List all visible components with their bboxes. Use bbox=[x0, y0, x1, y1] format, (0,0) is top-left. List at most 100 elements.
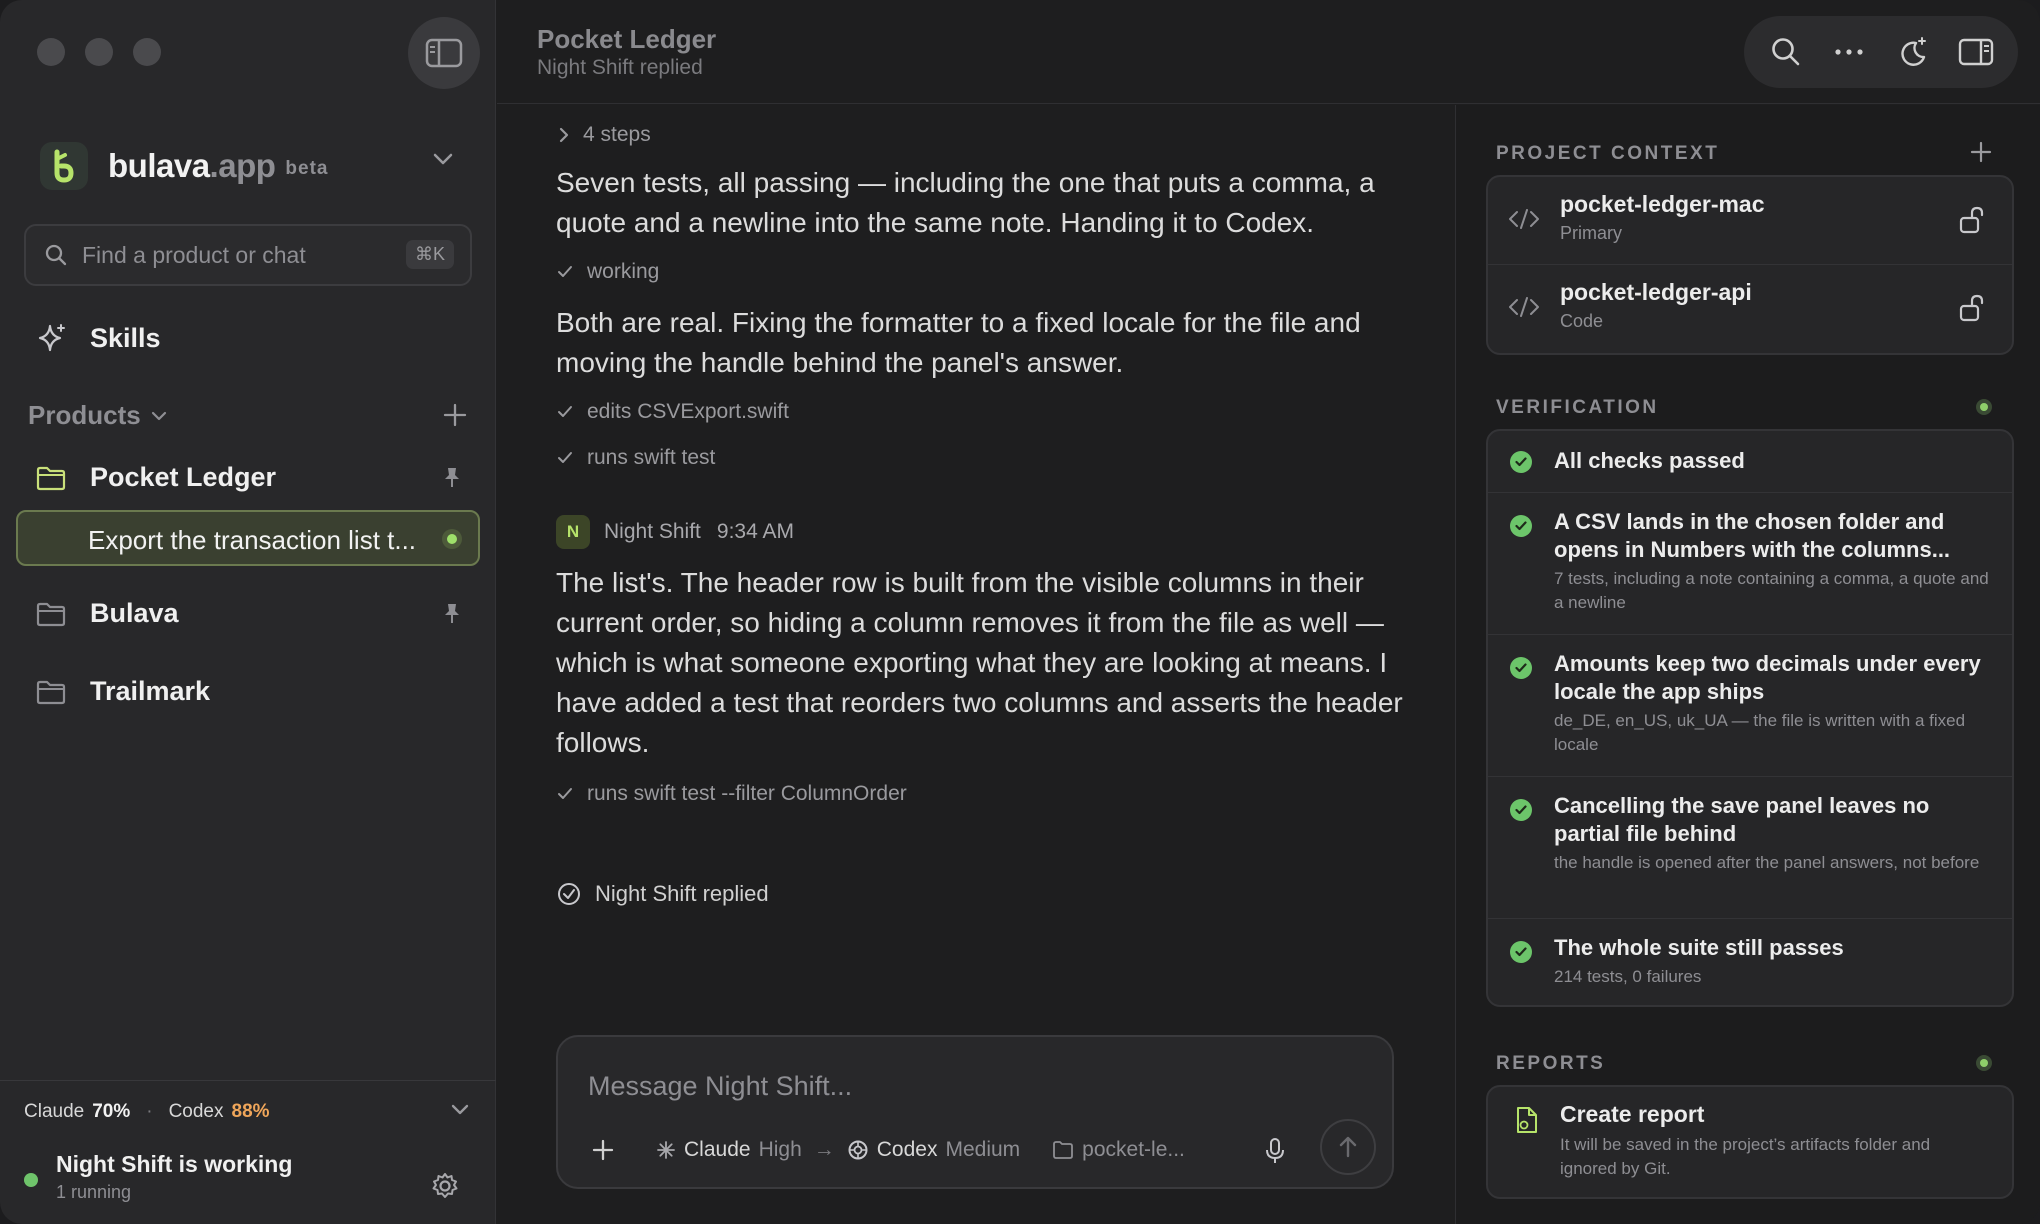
project-name: Bulava bbox=[90, 598, 179, 628]
sidebar-item-skills[interactable]: Skills bbox=[36, 322, 161, 354]
send-button[interactable] bbox=[1320, 1119, 1376, 1175]
chevron-down-icon bbox=[433, 153, 453, 165]
status-title: Night Shift is working bbox=[56, 1151, 293, 1177]
claude-usage: 70% bbox=[92, 1101, 131, 1122]
minimize-window-button[interactable] bbox=[85, 38, 113, 66]
repo-item[interactable]: pocket-ledger-api Code bbox=[1488, 265, 2012, 353]
usage-expand-button[interactable] bbox=[450, 1103, 470, 1122]
add-product-button[interactable] bbox=[442, 402, 468, 433]
beta-badge: beta bbox=[285, 158, 329, 179]
codex-label: Codex bbox=[168, 1101, 224, 1122]
tool-step: working bbox=[557, 260, 659, 284]
add-context-button[interactable] bbox=[1970, 141, 1992, 168]
toggle-sidebar-button[interactable] bbox=[408, 17, 480, 89]
create-report-title: Create report bbox=[1560, 1101, 1705, 1127]
repo-name: pocket-ledger-api bbox=[1560, 279, 1752, 305]
plus-icon[interactable] bbox=[590, 1137, 616, 1163]
skills-label: Skills bbox=[90, 322, 161, 353]
more-button[interactable] bbox=[1829, 32, 1869, 72]
checkmark-icon bbox=[558, 452, 572, 463]
message-input[interactable]: Message Night Shift... bbox=[588, 1071, 852, 1102]
pin-icon bbox=[445, 604, 459, 623]
repo-role: Code bbox=[1560, 311, 1604, 331]
folder-selector[interactable]: pocket-le... bbox=[1052, 1138, 1185, 1162]
arrow-up-icon bbox=[1339, 1136, 1357, 1158]
verification-check[interactable]: Amounts keep two decimals under every lo… bbox=[1488, 635, 2012, 777]
composer-toolbar: Claude High → Codex Medium pocket-le... bbox=[590, 1137, 1185, 1163]
products-section-toggle[interactable]: Products bbox=[28, 400, 167, 431]
project-context-title: PROJECT CONTEXT bbox=[1496, 143, 1720, 164]
moon-sparkle-icon bbox=[1901, 37, 1926, 66]
unlock-icon[interactable] bbox=[1958, 205, 1986, 235]
pin-button[interactable] bbox=[442, 466, 462, 495]
codex-usage: 88% bbox=[231, 1101, 270, 1122]
codex-model-selector[interactable]: Codex Medium bbox=[847, 1138, 1020, 1162]
search-button[interactable] bbox=[1766, 32, 1806, 72]
zoom-window-button[interactable] bbox=[133, 38, 161, 66]
create-report-card[interactable]: Create report It will be saved in the pr… bbox=[1486, 1085, 2014, 1199]
bulava-logo-icon bbox=[40, 142, 88, 190]
check-circle-icon bbox=[1510, 941, 1532, 963]
check-circle-icon bbox=[1510, 799, 1532, 821]
pin-button[interactable] bbox=[442, 602, 462, 631]
checkmark-icon bbox=[558, 406, 572, 417]
handoff-arrow: → bbox=[813, 1138, 835, 1161]
chat-title: Export the transaction list t... bbox=[88, 525, 417, 555]
search-placeholder: Find a product or chat bbox=[82, 241, 306, 268]
microphone-button[interactable] bbox=[1264, 1137, 1286, 1170]
unlock-icon[interactable] bbox=[1958, 293, 1986, 323]
workspace-menu-button[interactable] bbox=[432, 152, 454, 171]
close-window-button[interactable] bbox=[37, 38, 65, 66]
settings-button[interactable] bbox=[430, 1171, 460, 1206]
verification-status-dot bbox=[1976, 399, 1992, 415]
night-shift-button[interactable] bbox=[1893, 32, 1933, 72]
plus-icon bbox=[443, 403, 467, 427]
message-paragraph: Seven tests, all passing — including the… bbox=[556, 167, 1375, 238]
sidebar-item-trailmark[interactable]: Trailmark bbox=[36, 676, 210, 707]
chat-item-active[interactable]: Export the transaction list t... bbox=[16, 510, 480, 566]
toggle-inspector-button[interactable] bbox=[1956, 32, 1996, 72]
tool-step: runs swift test --filter ColumnOrder bbox=[557, 782, 907, 806]
sidebar-icon bbox=[425, 38, 463, 68]
folder-icon bbox=[36, 602, 66, 626]
sidebar-item-pocket-ledger[interactable]: Pocket Ledger bbox=[36, 462, 276, 493]
claude-model-selector[interactable]: Claude High bbox=[656, 1138, 802, 1162]
document-icon bbox=[1517, 1107, 1537, 1133]
products-label: Products bbox=[28, 400, 141, 430]
chevron-down-icon bbox=[151, 411, 166, 420]
sidebar-item-bulava[interactable]: Bulava bbox=[36, 598, 179, 629]
verification-card: All checks passed A CSV lands in the cho… bbox=[1486, 429, 2014, 1007]
inspector-panel: PROJECT CONTEXT pocket-ledger-mac Primar… bbox=[1455, 105, 2040, 1224]
claude-label: Claude bbox=[24, 1101, 85, 1122]
message-composer[interactable]: Message Night Shift... Claude High → Cod… bbox=[556, 1035, 1394, 1189]
folder-icon bbox=[36, 466, 66, 490]
microphone-icon bbox=[1266, 1138, 1284, 1163]
reports-status-dot bbox=[1976, 1055, 1992, 1071]
gear-icon bbox=[432, 1173, 458, 1198]
create-report-desc: It will be saved in the project’s artifa… bbox=[1560, 1135, 1931, 1178]
sidebar-footer: Claude 70% · Codex 88% Night Shift is wo… bbox=[0, 1080, 496, 1224]
page-title: Pocket Ledger bbox=[537, 24, 717, 54]
verification-check[interactable]: Cancelling the save panel leaves no part… bbox=[1488, 777, 2012, 919]
page-subtitle: Night Shift replied bbox=[537, 56, 703, 79]
message-time: 9:34 AM bbox=[716, 520, 794, 543]
conversation: 4 steps Seven tests, all passing — inclu… bbox=[497, 105, 1455, 1224]
search-input[interactable]: Find a product or chat ⌘K bbox=[24, 224, 472, 286]
steps-toggle[interactable]: 4 steps bbox=[557, 123, 651, 147]
sidebar: bulava.app beta Find a product or chat ⌘… bbox=[0, 0, 496, 1224]
repo-item[interactable]: pocket-ledger-mac Primary bbox=[1488, 177, 2012, 265]
status-indicator bbox=[24, 1173, 38, 1187]
project-name: Pocket Ledger bbox=[90, 462, 277, 492]
folder-icon bbox=[36, 680, 66, 704]
tool-step: runs swift test bbox=[557, 446, 715, 470]
code-icon bbox=[1509, 297, 1539, 317]
project-name: Trailmark bbox=[90, 676, 211, 706]
project-context-card: pocket-ledger-mac Primary pocket-ledger-… bbox=[1486, 175, 2014, 355]
verification-check[interactable]: The whole suite still passes 214 tests, … bbox=[1488, 919, 2012, 1005]
repo-role: Primary bbox=[1560, 223, 1622, 243]
plus-icon bbox=[1970, 141, 1992, 163]
running-indicator bbox=[442, 529, 462, 549]
brand[interactable]: bulava.app beta bbox=[40, 142, 328, 190]
check-circle-icon bbox=[1510, 657, 1532, 679]
verification-check[interactable]: A CSV lands in the chosen folder and ope… bbox=[1488, 493, 2012, 635]
